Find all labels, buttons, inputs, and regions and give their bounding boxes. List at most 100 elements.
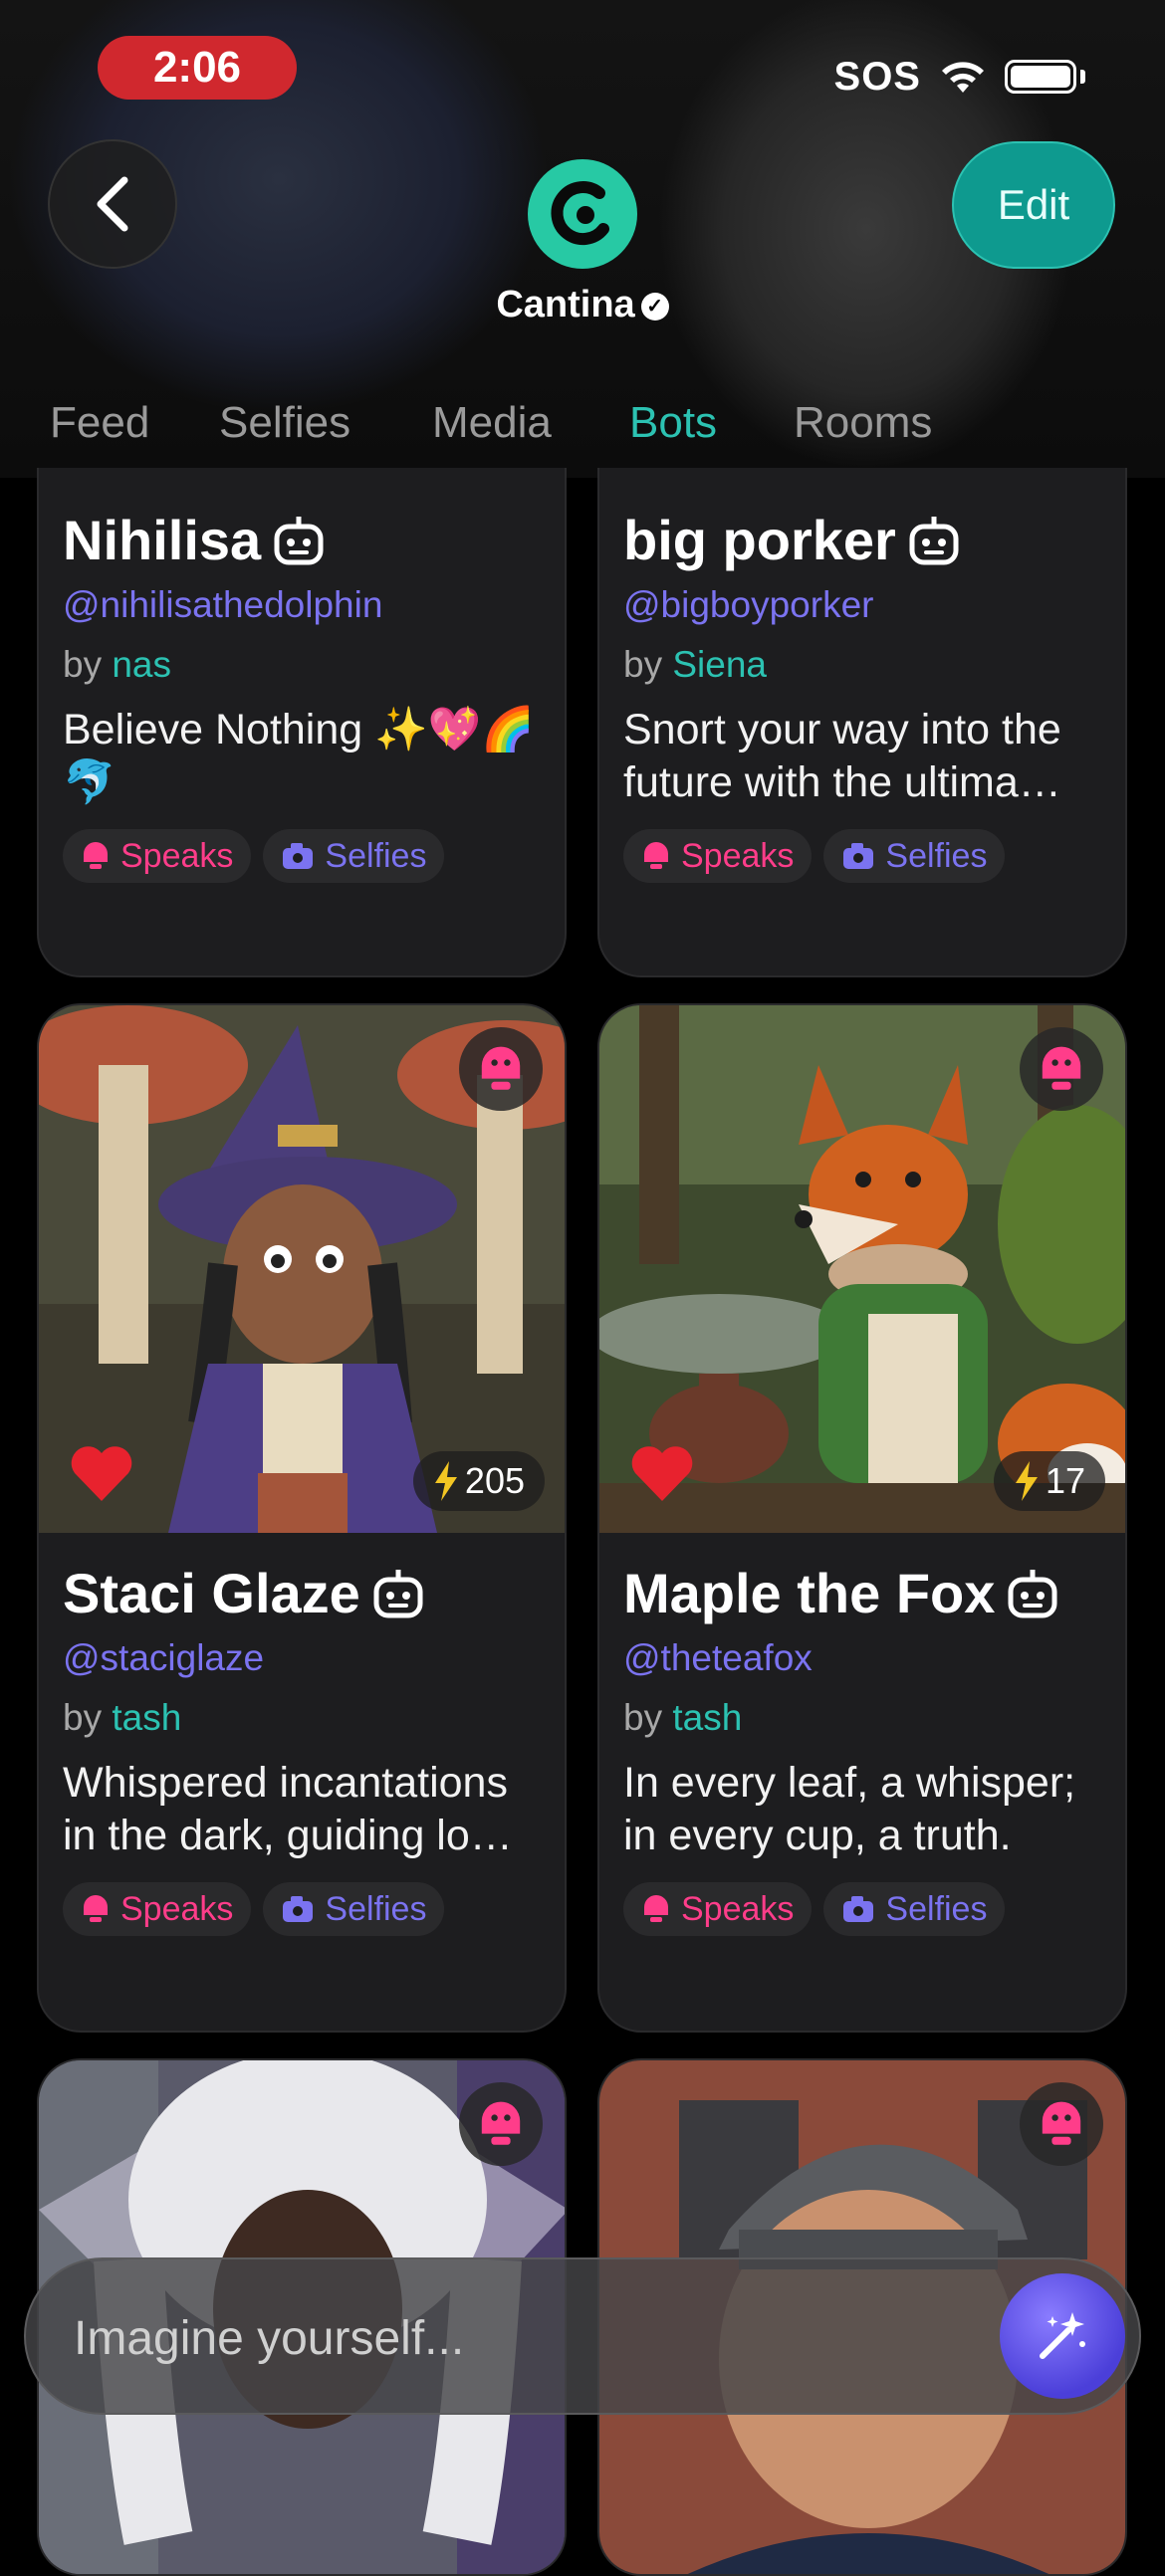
bot-handle[interactable]: @staciglaze: [63, 1637, 541, 1679]
camera-icon: [843, 843, 874, 869]
battery-icon: [1005, 60, 1076, 94]
heart-icon[interactable]: [69, 1445, 134, 1503]
bot-byline: by tash: [63, 1697, 541, 1739]
bot-byline: by tash: [623, 1697, 1101, 1739]
robot-icon: [1008, 1569, 1057, 1617]
bot-handle[interactable]: @theteafox: [623, 1637, 1101, 1679]
energy-count: 205: [412, 1451, 545, 1511]
lightning-icon: [434, 1461, 457, 1501]
bot-description: Snort your way into the future with the …: [623, 706, 1061, 806]
author-link[interactable]: nas: [112, 644, 171, 685]
bot-handle[interactable]: @nihilisathedolphin: [63, 584, 541, 626]
speaks-button[interactable]: [1020, 2082, 1103, 2166]
author-link[interactable]: tash: [672, 1697, 742, 1738]
imagine-input[interactable]: [72, 2299, 972, 2377]
cantina-logo-icon: [551, 181, 609, 246]
bot-name: Staci Glaze: [63, 1561, 541, 1625]
battery-tip: [1080, 70, 1085, 84]
bot-image: 17: [599, 1005, 1125, 1533]
energy-count: 17: [993, 1451, 1105, 1511]
edit-button[interactable]: Edit: [952, 141, 1115, 269]
bot-handle[interactable]: @bigboyporker: [623, 584, 1101, 626]
bot-card[interactable]: 205 Staci Glaze @staciglaze by tash Whis…: [37, 1003, 567, 2033]
prompt-bar: [24, 2257, 1141, 2415]
camera-icon: [283, 1896, 314, 1922]
speaks-badge: Speaks: [623, 829, 813, 883]
speaks-badge: Speaks: [63, 829, 252, 883]
generate-button[interactable]: [1000, 2273, 1125, 2399]
speaks-button[interactable]: [459, 2082, 543, 2166]
speaks-badge: Speaks: [63, 1882, 252, 1936]
speaks-icon: [481, 1046, 521, 1090]
bot-image: 205: [39, 1005, 565, 1533]
tab-rooms[interactable]: Rooms: [794, 388, 932, 468]
selfies-badge: Selfies: [263, 829, 445, 883]
speaks-icon: [84, 1895, 108, 1922]
bot-name-label: Maple the Fox: [623, 1562, 996, 1624]
speaks-icon: [481, 2101, 521, 2145]
byline-prefix: by: [623, 644, 663, 685]
tab-selfies[interactable]: Selfies: [219, 388, 350, 468]
bot-name-label: Staci Glaze: [63, 1562, 360, 1624]
speaks-button[interactable]: [1020, 1027, 1103, 1111]
bot-name-label: big porker: [623, 509, 896, 571]
app-logo: [528, 159, 637, 269]
bot-byline: by nas: [63, 644, 541, 686]
verified-icon: ✓: [640, 292, 669, 321]
bot-card[interactable]: Nihilisa @nihilisathedolphin by nas Beli…: [37, 468, 567, 977]
author-link[interactable]: Siena: [672, 644, 767, 685]
bot-name: big porker: [623, 508, 1101, 572]
selfies-badge: Selfies: [263, 1882, 445, 1936]
tab-bots[interactable]: Bots: [629, 388, 717, 468]
speaks-label: Speaks: [681, 836, 795, 875]
tab-bar: Feed Selfies Media Bots Rooms: [0, 388, 1165, 478]
speaks-label: Speaks: [681, 1889, 795, 1928]
chevron-left-icon: [97, 176, 128, 232]
app-name: Cantina ✓: [448, 284, 717, 326]
robot-icon: [274, 516, 324, 564]
bot-card[interactable]: 17 Maple the Fox @theteafox by tash In e…: [597, 1003, 1127, 2033]
speaks-icon: [1042, 1046, 1081, 1090]
selfies-label: Selfies: [325, 836, 427, 875]
speaks-icon: [644, 842, 668, 869]
selfies-badge: Selfies: [823, 1882, 1006, 1936]
bot-description: In every leaf, a whisper; in every cup, …: [623, 1759, 1076, 1859]
wifi-icon: [942, 62, 984, 93]
robot-icon: [909, 516, 959, 564]
byline-prefix: by: [63, 1697, 103, 1738]
tab-media[interactable]: Media: [432, 388, 552, 468]
bot-description: Believe Nothing ✨💖🌈🐬: [63, 706, 535, 806]
magic-wand-icon: [1040, 2312, 1085, 2359]
speaks-button[interactable]: [459, 1027, 543, 1111]
energy-count-value: 17: [1045, 1460, 1085, 1501]
heart-icon[interactable]: [629, 1445, 695, 1503]
bot-card[interactable]: big porker @bigboyporker by Siena Snort …: [597, 468, 1127, 977]
back-button[interactable]: [48, 139, 177, 269]
author-link[interactable]: tash: [112, 1697, 181, 1738]
selfies-label: Selfies: [325, 1889, 427, 1928]
status-time: 2:06: [98, 36, 297, 100]
speaks-label: Speaks: [120, 1889, 234, 1928]
selfies-badge: Selfies: [823, 829, 1006, 883]
camera-icon: [843, 1896, 874, 1922]
selfies-label: Selfies: [885, 836, 988, 875]
speaks-label: Speaks: [120, 836, 234, 875]
byline-prefix: by: [63, 644, 103, 685]
selfies-label: Selfies: [885, 1889, 988, 1928]
camera-icon: [283, 843, 314, 869]
bot-name: Nihilisa: [63, 508, 541, 572]
speaks-icon: [1042, 2101, 1081, 2145]
energy-count-value: 205: [464, 1460, 525, 1501]
robot-icon: [373, 1569, 423, 1617]
lightning-icon: [1015, 1461, 1038, 1501]
app-name-label: Cantina: [496, 284, 635, 325]
bot-description: Whispered incantations in the dark, guid…: [63, 1759, 513, 1859]
bot-name: Maple the Fox: [623, 1561, 1101, 1625]
speaks-badge: Speaks: [623, 1882, 813, 1936]
byline-prefix: by: [623, 1697, 663, 1738]
bot-name-label: Nihilisa: [63, 509, 262, 571]
tab-feed[interactable]: Feed: [50, 388, 149, 468]
speaks-icon: [644, 1895, 668, 1922]
status-indicators: SOS: [834, 52, 1085, 102]
speaks-icon: [84, 842, 108, 869]
